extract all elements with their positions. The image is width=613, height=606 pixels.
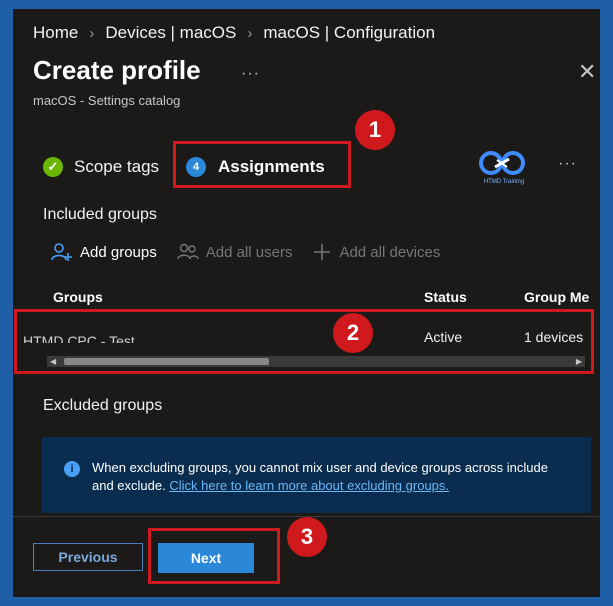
add-all-users-label: Add all users [205, 243, 293, 261]
add-groups-button[interactable]: Add groups [51, 242, 157, 262]
create-profile-panel: Home › Devices | macOS › macOS | Configu… [13, 9, 600, 597]
more-options-icon[interactable]: ··· [241, 65, 260, 83]
close-icon[interactable]: ✕ [578, 59, 596, 85]
highlight-group-row [14, 309, 594, 374]
step-scope-tags[interactable]: ✓ Scope tags [43, 157, 159, 177]
breadcrumb: Home › Devices | macOS › macOS | Configu… [33, 23, 435, 43]
step-scope-tags-label: Scope tags [74, 157, 160, 176]
breadcrumb-home[interactable]: Home [33, 23, 78, 43]
add-all-devices-button[interactable]: Add all devices [312, 242, 440, 262]
logo-text: HTMD Training [483, 179, 525, 185]
excluded-groups-label: Excluded groups [43, 397, 163, 414]
users-icon [177, 243, 199, 260]
column-group-members[interactable]: Group Me [524, 289, 589, 305]
column-status[interactable]: Status [424, 289, 467, 305]
plus-icon [314, 244, 331, 260]
breadcrumb-separator-icon: › [247, 24, 253, 42]
previous-button[interactable]: Previous [33, 543, 143, 571]
learn-more-link[interactable]: Click here to learn more about excluding… [169, 478, 449, 493]
callout-badge-1: 1 [355, 110, 395, 150]
add-all-devices-label: Add all devices [339, 243, 441, 261]
groups-toolbar: Add groups Add all users Add all devices [51, 242, 460, 262]
highlight-assignments [173, 141, 351, 188]
info-icon: i [64, 461, 80, 477]
breadcrumb-devices-macos[interactable]: Devices | macOS [105, 23, 236, 43]
exclusion-info-box: i When excluding groups, you cannot mix … [42, 437, 591, 513]
callout-badge-2: 2 [333, 313, 373, 353]
add-user-icon [51, 243, 72, 261]
included-groups-label: Included groups [43, 206, 157, 223]
breadcrumb-separator-icon: › [89, 24, 95, 42]
highlight-next [148, 528, 280, 584]
add-all-users-button[interactable]: Add all users [177, 242, 293, 262]
page-title: Create profile [33, 55, 201, 85]
header-more-options-icon[interactable]: ··· [558, 155, 577, 173]
page-subtitle: macOS - Settings catalog [33, 93, 181, 108]
callout-badge-3: 3 [287, 517, 327, 557]
column-groups[interactable]: Groups [53, 289, 103, 305]
add-groups-label: Add groups [80, 243, 157, 261]
breadcrumb-macos-configuration[interactable]: macOS | Configuration [263, 23, 435, 43]
info-message: When excluding groups, you cannot mix us… [92, 459, 572, 495]
checkmark-icon: ✓ [43, 157, 63, 177]
